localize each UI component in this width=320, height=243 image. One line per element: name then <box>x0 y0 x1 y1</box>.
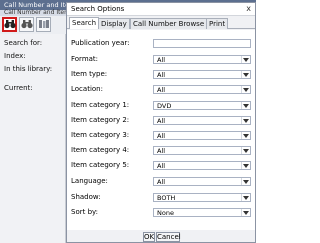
language-select[interactable]: All <box>153 177 251 186</box>
chevron-down-icon <box>241 178 250 185</box>
dialog-tabs: Search Display Call Number Browse Print <box>67 17 255 29</box>
item-category-2-select[interactable]: All <box>153 116 251 125</box>
ok-button[interactable]: OK <box>143 232 155 242</box>
chevron-down-icon <box>241 209 250 216</box>
index-label: Index: <box>4 52 26 60</box>
item-category-5-label: Item category 5: <box>71 161 130 169</box>
chevron-down-icon <box>241 132 250 139</box>
publication-year-label: Publication year: <box>71 39 130 47</box>
binoculars-icon <box>20 19 33 31</box>
search-options-dialog: Search Options x Search Display Call Num… <box>66 2 256 243</box>
item-category-3-select[interactable]: All <box>153 131 251 140</box>
sort-by-label: Sort by: <box>71 208 99 216</box>
binoculars-icon <box>3 19 16 31</box>
chevron-down-icon <box>241 194 250 201</box>
language-label: Language: <box>71 177 108 185</box>
sort-by-select[interactable]: None <box>153 208 251 217</box>
dialog-title: Search Options <box>71 5 125 13</box>
item-category-4-select[interactable]: All <box>153 146 251 155</box>
current-label: Current: <box>4 84 33 92</box>
shadow-select[interactable]: BOTH <box>153 193 251 202</box>
books-icon <box>38 19 50 31</box>
chevron-down-icon <box>241 56 250 63</box>
item-type-select[interactable]: All <box>153 70 251 79</box>
shadow-label: Shadow: <box>71 193 101 201</box>
chevron-down-icon <box>241 102 250 109</box>
chevron-down-icon <box>241 147 250 154</box>
tab-display[interactable]: Display <box>98 18 130 29</box>
tab-print[interactable]: Print <box>206 18 229 29</box>
tab-call-number-browse[interactable]: Call Number Browse <box>130 18 208 29</box>
close-icon[interactable]: x <box>246 4 251 13</box>
search-binoculars-button[interactable] <box>2 17 17 32</box>
background-search-panel: Search for: Index: In this library: Curr… <box>0 34 66 243</box>
format-select[interactable]: All <box>153 55 251 64</box>
chevron-down-icon <box>241 71 250 78</box>
binoculars-button[interactable] <box>19 17 34 32</box>
item-category-1-label: Item category 1: <box>71 101 130 109</box>
item-category-3-label: Item category 3: <box>71 131 130 139</box>
cancel-button[interactable]: Cancel <box>156 232 181 242</box>
item-category-2-label: Item category 2: <box>71 116 130 124</box>
format-label: Format: <box>71 55 99 63</box>
item-type-label: Item type: <box>71 70 108 78</box>
chevron-down-icon <box>241 162 250 169</box>
books-button[interactable] <box>36 17 51 32</box>
dialog-titlebar[interactable]: Search Options x <box>67 3 255 16</box>
item-category-1-select[interactable]: DVD <box>153 101 251 110</box>
item-category-5-select[interactable]: All <box>153 161 251 170</box>
item-category-4-label: Item category 4: <box>71 146 130 154</box>
chevron-down-icon <box>241 86 250 93</box>
search-for-label: Search for: <box>4 39 43 47</box>
location-label: Location: <box>71 85 103 93</box>
chevron-down-icon <box>241 117 250 124</box>
tab-search[interactable]: Search <box>69 17 100 29</box>
search-options-form: Publication year: Format: All Item type:… <box>67 30 255 230</box>
publication-year-input[interactable] <box>153 39 251 48</box>
in-library-label: In this library: <box>4 65 53 73</box>
location-select[interactable]: All <box>153 85 251 94</box>
